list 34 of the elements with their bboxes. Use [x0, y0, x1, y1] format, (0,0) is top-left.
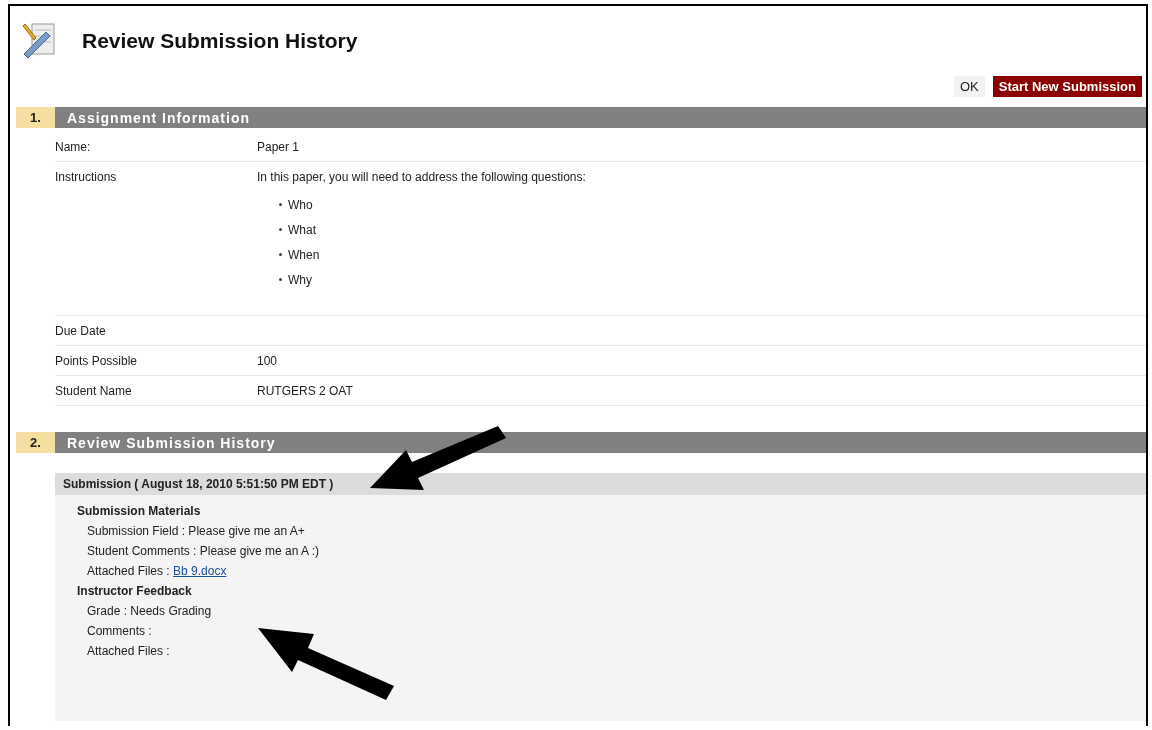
field-value: In this paper, you will need to address the following questions:	[257, 170, 586, 184]
field-label: Student Name	[55, 384, 133, 398]
field-label: Name:	[55, 140, 92, 154]
group-title: Submission Materials	[77, 504, 202, 518]
action-button[interactable]: Start New Submission	[992, 76, 1142, 97]
detail-line: Student Comments : Please give me an A :)	[87, 544, 320, 558]
submission-heading: Submission ( August 18, 2010 5:51:50 PM EDT )	[55, 473, 1146, 495]
section-number: 1.	[16, 107, 55, 128]
field-value: 100	[257, 354, 278, 368]
section-title: Assignment Information	[55, 107, 1146, 128]
list-item: Who	[288, 197, 313, 212]
list-item: When	[288, 247, 320, 262]
bullet-dot	[279, 253, 282, 256]
bullet-dot	[279, 203, 282, 206]
field-value: Paper 1	[257, 140, 300, 154]
list-item: What	[288, 222, 316, 237]
list-item: Why	[288, 272, 312, 287]
section-number: 2.	[16, 432, 55, 453]
field-label: Points Possible	[55, 354, 139, 368]
detail-line: Attached Files :	[87, 644, 170, 658]
bullet-dot	[279, 278, 282, 281]
detail-line: Comments :	[87, 624, 152, 638]
field-value: RUTGERS 2 OAT	[257, 384, 353, 398]
detail-line: Grade : Needs Grading	[87, 604, 212, 618]
page-title: Review Submission History	[82, 29, 358, 53]
field-label: Due Date	[55, 324, 107, 338]
action-button[interactable]: OK	[953, 76, 985, 97]
detail-line: Submission Field : Please give me an A+	[87, 524, 305, 538]
section-title: Review Submission History	[55, 432, 1146, 453]
file-link[interactable]: Bb 9.docx	[173, 564, 227, 578]
group-title: Instructor Feedback	[77, 584, 193, 598]
bullet-dot	[279, 228, 282, 231]
detail-line: Attached Files :	[87, 564, 171, 578]
field-label: Instructions	[55, 170, 118, 186]
